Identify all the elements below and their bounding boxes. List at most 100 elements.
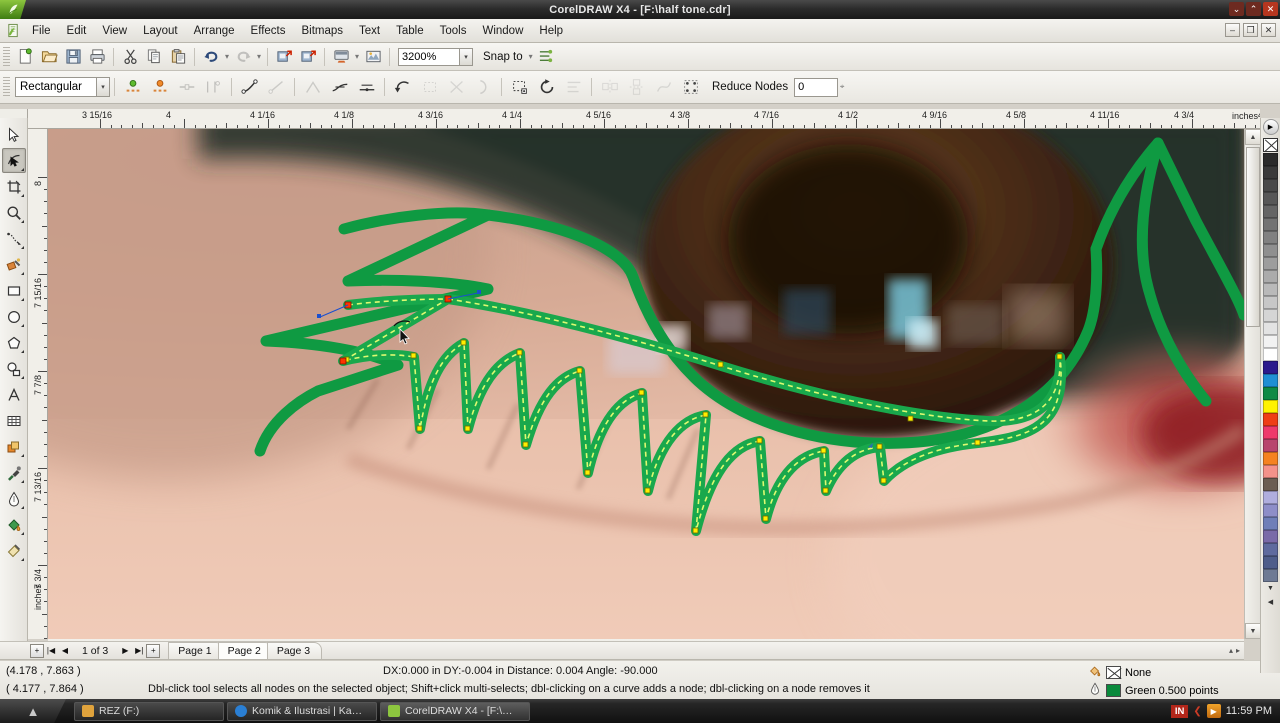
palette-color-swatch[interactable] bbox=[1263, 491, 1278, 504]
new-document-icon[interactable] bbox=[13, 45, 37, 69]
selection-mode-dropdown-icon[interactable]: ▾ bbox=[97, 77, 110, 97]
basic-shapes-tool[interactable] bbox=[2, 356, 26, 381]
last-page-button[interactable]: ▶| bbox=[132, 643, 146, 659]
application-launcher-icon[interactable] bbox=[329, 45, 353, 69]
document-restore-button[interactable]: ❐ bbox=[1243, 23, 1258, 37]
cut-icon[interactable] bbox=[118, 45, 142, 69]
convert-line-to-curve-icon[interactable] bbox=[236, 75, 263, 100]
page-tab-3[interactable]: Page 3 bbox=[266, 642, 323, 659]
canvas-vertical-scrollbar[interactable]: ▲ ▼ bbox=[1244, 129, 1261, 639]
start-button[interactable]: ▲ bbox=[0, 699, 66, 723]
undo-icon[interactable] bbox=[199, 45, 223, 69]
page-bar-scroll-right-icon[interactable]: ▸ bbox=[1236, 646, 1240, 655]
next-page-button[interactable]: ▶ bbox=[118, 643, 132, 659]
pick-tool[interactable] bbox=[2, 122, 26, 147]
palette-color-swatch[interactable] bbox=[1263, 543, 1278, 556]
zoom-level-input[interactable] bbox=[398, 47, 460, 66]
taskbar-item-coreldraw[interactable]: CorelDRAW X4 - [F:\… bbox=[380, 701, 530, 721]
palette-color-swatch[interactable] bbox=[1263, 426, 1278, 439]
snap-to-label[interactable]: Snap to bbox=[483, 51, 523, 63]
add-node-icon[interactable] bbox=[119, 75, 146, 100]
freehand-tool[interactable] bbox=[2, 226, 26, 251]
document-minimize-button[interactable]: – bbox=[1225, 23, 1240, 37]
toolbar-grip[interactable] bbox=[3, 46, 10, 67]
palette-color-swatch[interactable] bbox=[1263, 517, 1278, 530]
outline-color-swatch[interactable] bbox=[1106, 684, 1121, 697]
export-icon[interactable] bbox=[296, 45, 320, 69]
scroll-up-button[interactable]: ▲ bbox=[1245, 129, 1261, 145]
palette-color-swatch[interactable] bbox=[1263, 478, 1278, 491]
menu-bitmaps[interactable]: Bitmaps bbox=[293, 22, 351, 40]
align-nodes-icon[interactable] bbox=[560, 75, 587, 100]
palette-color-swatch[interactable] bbox=[1263, 205, 1278, 218]
palette-color-swatch[interactable] bbox=[1263, 231, 1278, 244]
palette-color-swatch[interactable] bbox=[1263, 270, 1278, 283]
interactive-fill-tool[interactable] bbox=[2, 538, 26, 563]
smart-fill-tool-flyout-icon[interactable] bbox=[20, 272, 24, 275]
break-curve-icon[interactable] bbox=[200, 75, 227, 100]
table-tool[interactable] bbox=[2, 408, 26, 433]
interactive-fill-tool-flyout-icon[interactable] bbox=[20, 558, 24, 561]
reduce-nodes-slider-icon[interactable]: ⌖ bbox=[838, 82, 846, 92]
vertical-scroll-thumb[interactable] bbox=[1246, 147, 1260, 327]
rectangle-tool[interactable] bbox=[2, 278, 26, 303]
eyedropper-tool[interactable] bbox=[2, 460, 26, 485]
property-bar-grip[interactable] bbox=[3, 77, 10, 97]
vertical-ruler[interactable]: 87 15/167 7/87 13/167 3/47 11/16inches bbox=[28, 129, 48, 639]
options-icon[interactable] bbox=[535, 45, 559, 69]
make-node-cusp-icon[interactable] bbox=[299, 75, 326, 100]
blend-tool[interactable] bbox=[2, 434, 26, 459]
join-two-nodes-icon[interactable] bbox=[173, 75, 200, 100]
crop-tool-flyout-icon[interactable] bbox=[20, 194, 24, 197]
page-tab-2[interactable]: Page 2 bbox=[217, 642, 273, 659]
page-tab-1[interactable]: Page 1 bbox=[168, 642, 224, 659]
menu-arrange[interactable]: Arrange bbox=[186, 22, 243, 40]
first-page-button[interactable]: |◀ bbox=[44, 643, 58, 659]
outline-tool-flyout-icon[interactable] bbox=[20, 506, 24, 509]
document-close-button[interactable]: ✕ bbox=[1261, 23, 1276, 37]
outline-status[interactable]: Green 0.500 points bbox=[1088, 682, 1219, 699]
taskbar-clock[interactable]: 11:59 PM bbox=[1226, 705, 1278, 717]
palette-color-swatch[interactable] bbox=[1263, 309, 1278, 322]
fill-tool-flyout-icon[interactable] bbox=[20, 532, 24, 535]
palette-color-swatch[interactable] bbox=[1263, 465, 1278, 478]
palette-color-swatch[interactable] bbox=[1263, 504, 1278, 517]
palette-color-swatch[interactable] bbox=[1263, 452, 1278, 465]
palette-color-swatch[interactable] bbox=[1263, 322, 1278, 335]
menu-text[interactable]: Text bbox=[351, 22, 388, 40]
smart-fill-tool[interactable] bbox=[2, 252, 26, 277]
extend-curve-to-close-icon[interactable] bbox=[416, 75, 443, 100]
fill-status[interactable]: None bbox=[1088, 664, 1151, 681]
palette-color-swatch[interactable] bbox=[1263, 257, 1278, 270]
paste-icon[interactable] bbox=[166, 45, 190, 69]
ellipse-tool[interactable] bbox=[2, 304, 26, 329]
zoom-level-spinner[interactable]: ▾ bbox=[460, 47, 473, 66]
copy-icon[interactable] bbox=[142, 45, 166, 69]
minimize-button[interactable]: ⌄ bbox=[1229, 2, 1244, 16]
reduce-nodes-input[interactable] bbox=[794, 77, 839, 97]
palette-color-swatch[interactable] bbox=[1263, 387, 1278, 400]
add-page-after-button[interactable]: + bbox=[146, 643, 161, 658]
convert-curve-to-line-icon[interactable] bbox=[263, 75, 290, 100]
close-button[interactable]: ✕ bbox=[1263, 2, 1278, 16]
taskbar-item-rez[interactable]: REZ (F:) bbox=[74, 701, 224, 721]
fill-tool[interactable] bbox=[2, 512, 26, 537]
menu-edit[interactable]: Edit bbox=[59, 22, 95, 40]
palette-color-swatch[interactable] bbox=[1263, 335, 1278, 348]
menu-window[interactable]: Window bbox=[474, 22, 531, 40]
selection-mode-combo[interactable]: ▾ bbox=[15, 77, 110, 97]
menu-tools[interactable]: Tools bbox=[432, 22, 475, 40]
maximize-restore-button[interactable]: ⌃ bbox=[1246, 2, 1261, 16]
basic-shapes-tool-flyout-icon[interactable] bbox=[20, 376, 24, 379]
menu-view[interactable]: View bbox=[94, 22, 135, 40]
make-node-symmetrical-icon[interactable] bbox=[353, 75, 380, 100]
polygon-tool[interactable] bbox=[2, 330, 26, 355]
palette-color-swatch[interactable] bbox=[1263, 400, 1278, 413]
auto-close-curve-icon[interactable] bbox=[470, 75, 497, 100]
zoom-tool[interactable] bbox=[2, 200, 26, 225]
palette-color-swatch[interactable] bbox=[1263, 283, 1278, 296]
menu-layout[interactable]: Layout bbox=[135, 22, 186, 40]
stretch-scale-nodes-icon[interactable] bbox=[506, 75, 533, 100]
palette-color-swatch[interactable] bbox=[1263, 569, 1278, 582]
fill-color-swatch[interactable] bbox=[1106, 666, 1121, 679]
